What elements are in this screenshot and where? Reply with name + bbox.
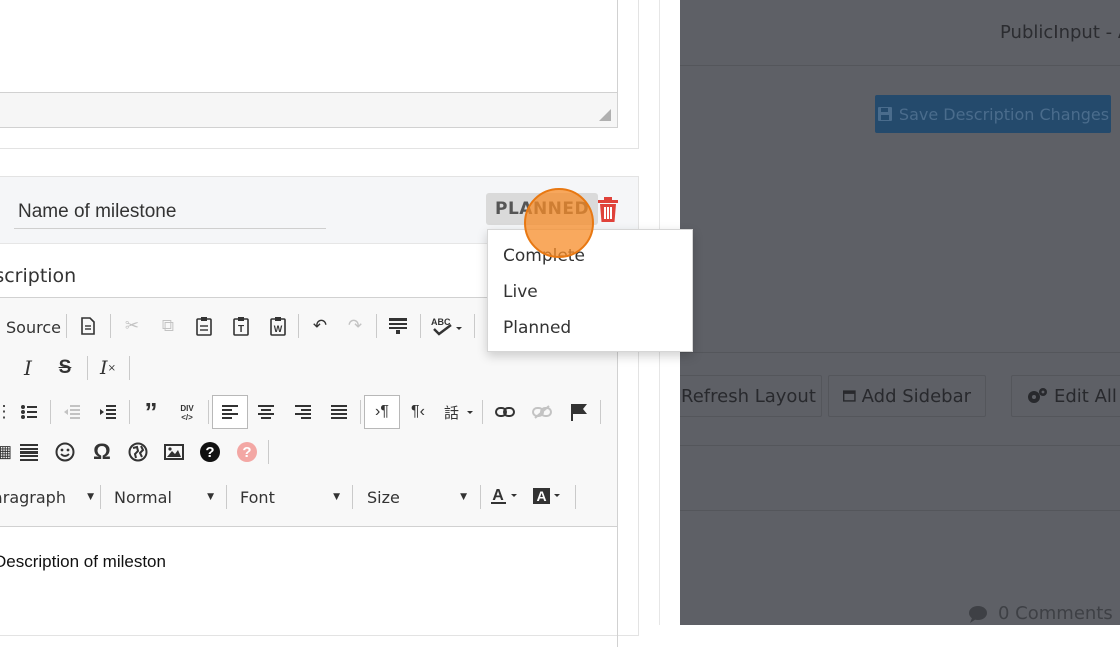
about-icon[interactable]: ? xyxy=(233,438,261,466)
format-combo-label: Paragraph xyxy=(0,487,66,507)
smiley-icon[interactable] xyxy=(51,438,79,466)
floppy-icon xyxy=(877,107,892,121)
status-dropdown-menu: Complete Live Planned xyxy=(487,229,693,352)
redo-icon[interactable]: ↷ xyxy=(341,312,369,340)
trash-icon[interactable] xyxy=(596,197,620,223)
help-icon[interactable]: ? xyxy=(196,438,224,466)
svg-text:ABC: ABC xyxy=(431,317,451,327)
svg-text:W: W xyxy=(274,324,283,334)
previous-card xyxy=(0,0,639,149)
status-badge[interactable]: PLANNED xyxy=(486,193,599,225)
status-label: PLANNED xyxy=(495,199,590,219)
previous-editor xyxy=(0,0,618,128)
language-icon[interactable]: 話 xyxy=(441,398,477,426)
svg-text:A: A xyxy=(492,487,504,504)
svg-text:A: A xyxy=(536,488,546,504)
find-replace-icon[interactable] xyxy=(384,312,412,340)
size-combo[interactable]: Size ▼ xyxy=(367,484,467,510)
milestone-name-input[interactable] xyxy=(14,195,326,229)
svg-text:?: ? xyxy=(242,444,251,461)
style-combo[interactable]: Normal ▼ xyxy=(114,484,214,510)
undo-icon[interactable]: ↶ xyxy=(306,312,334,340)
description-label: Description xyxy=(0,265,77,287)
outdent-icon[interactable] xyxy=(58,398,86,426)
div-container-icon[interactable]: DIV </> xyxy=(173,398,201,426)
svg-text:?: ? xyxy=(205,444,214,461)
align-left-icon[interactable] xyxy=(212,395,248,429)
paste-word-icon[interactable]: W xyxy=(264,312,292,340)
divider xyxy=(680,510,1120,511)
sidebar-icon xyxy=(843,390,856,402)
special-char-icon[interactable]: Ω xyxy=(88,438,116,466)
text-direction-ltr-icon[interactable]: ›¶ xyxy=(364,395,400,429)
svg-text:</>: </> xyxy=(181,413,193,422)
new-page-icon[interactable] xyxy=(74,312,102,340)
status-option-live[interactable]: Live xyxy=(488,274,692,310)
comment-icon xyxy=(969,605,987,623)
horizontal-line-icon[interactable] xyxy=(15,438,43,466)
style-combo-label: Normal xyxy=(114,487,172,507)
align-justify-icon[interactable] xyxy=(325,398,353,426)
format-combo[interactable]: Paragraph ▼ xyxy=(0,484,94,510)
svg-text:話: 話 xyxy=(444,404,459,421)
divider xyxy=(680,65,1120,66)
italic-icon[interactable]: I xyxy=(14,354,42,382)
font-combo[interactable]: Font ▼ xyxy=(240,484,340,510)
indent-icon[interactable] xyxy=(94,398,122,426)
save-description-label: Save Description Changes xyxy=(898,104,1110,124)
divider xyxy=(680,445,1120,446)
comments-link[interactable]: 0 Comments xyxy=(968,603,1113,624)
copy-icon[interactable]: ⧉ xyxy=(154,312,182,340)
svg-text:DIV: DIV xyxy=(180,404,194,413)
add-sidebar-label: Add Sidebar xyxy=(861,385,971,407)
link-icon[interactable] xyxy=(491,398,519,426)
font-combo-label: Font xyxy=(240,487,275,507)
add-sidebar-button[interactable]: Add Sidebar xyxy=(828,375,986,417)
page-title: PublicInput - A xyxy=(1000,22,1120,43)
refresh-layout-label: Refresh Layout xyxy=(681,385,816,407)
editor-content[interactable]: Description of mileston xyxy=(0,552,172,572)
paste-text-icon[interactable]: T xyxy=(227,312,255,340)
comments-label: 0 Comments xyxy=(998,603,1113,624)
paste-icon[interactable] xyxy=(190,312,218,340)
chevron-down-icon: ▼ xyxy=(460,492,467,502)
anchor-flag-icon[interactable] xyxy=(565,398,593,426)
resize-grip-icon[interactable] xyxy=(599,109,611,121)
strike-icon[interactable]: S xyxy=(51,354,79,382)
background-page: PublicInput - A Save Description Changes… xyxy=(680,0,1120,625)
chevron-down-icon: ▼ xyxy=(87,492,94,502)
chevron-down-icon: ▼ xyxy=(333,492,340,502)
svg-text:T: T xyxy=(238,324,244,335)
bulleted-list-icon[interactable] xyxy=(15,398,43,426)
remove-format-icon[interactable]: I × xyxy=(94,354,122,382)
editor-footer xyxy=(0,92,617,127)
iframe-globe-icon[interactable] xyxy=(124,438,152,466)
source-button[interactable]: Source xyxy=(6,318,61,337)
unlink-icon[interactable] xyxy=(528,398,556,426)
size-combo-label: Size xyxy=(367,487,400,507)
chevron-down-icon: ▼ xyxy=(207,492,214,502)
edit-all-button[interactable]: Edit All xyxy=(1011,375,1120,417)
align-center-icon[interactable] xyxy=(252,398,280,426)
bg-color-icon[interactable]: A xyxy=(532,482,564,510)
text-direction-rtl-icon[interactable]: ¶‹ xyxy=(404,398,432,426)
save-description-button[interactable]: Save Description Changes xyxy=(875,95,1111,133)
edit-all-label: Edit All xyxy=(1054,385,1117,407)
text-color-icon[interactable]: A xyxy=(489,482,521,510)
divider xyxy=(680,352,1120,353)
image-icon[interactable] xyxy=(160,438,188,466)
gears-icon xyxy=(1028,388,1047,403)
blockquote-icon[interactable]: ” xyxy=(137,397,165,427)
refresh-layout-button[interactable]: Refresh Layout xyxy=(680,375,822,417)
spellcheck-icon[interactable]: ABC xyxy=(428,312,468,340)
status-option-planned[interactable]: Planned xyxy=(488,310,692,346)
status-option-complete[interactable]: Complete xyxy=(488,238,692,274)
cut-icon[interactable]: ✂ xyxy=(118,312,146,340)
align-right-icon[interactable] xyxy=(289,398,317,426)
